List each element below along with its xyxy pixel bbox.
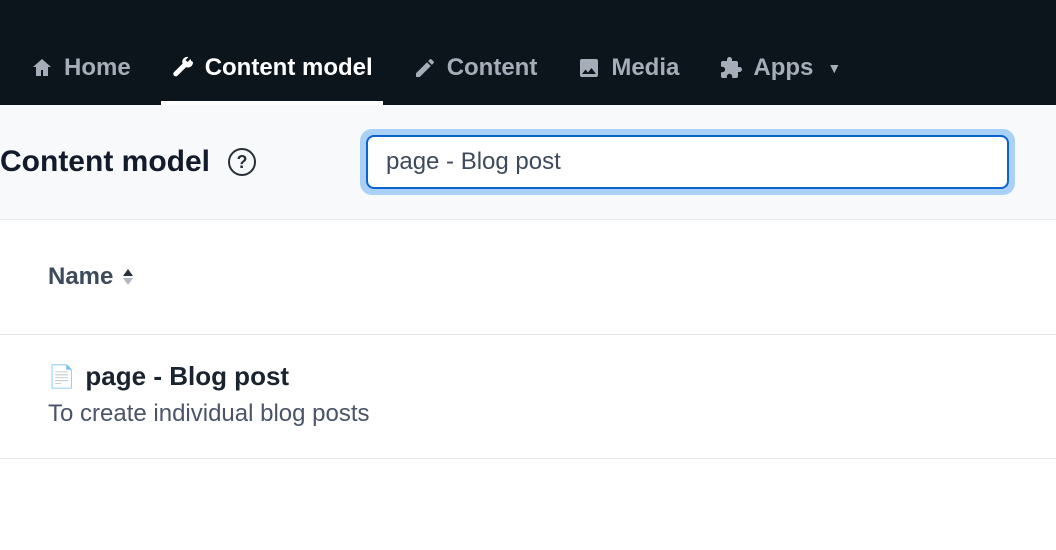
nav-content-model-label: Content model bbox=[205, 54, 373, 82]
nav-apps-label: Apps bbox=[753, 54, 813, 82]
main-nav: Home Content model Content Media Apps ▼ bbox=[0, 30, 1056, 105]
row-title: page - Blog post bbox=[85, 361, 289, 392]
page-title-wrap: Content model ? bbox=[0, 145, 360, 179]
search-focus-ring bbox=[360, 129, 1015, 195]
nav-content[interactable]: Content bbox=[395, 30, 556, 105]
nav-home[interactable]: Home bbox=[12, 30, 149, 105]
row-description: To create individual blog posts bbox=[48, 400, 1008, 428]
nav-apps[interactable]: Apps ▼ bbox=[701, 30, 859, 105]
page-header: Content model ? bbox=[0, 105, 1056, 220]
column-header-name-label: Name bbox=[48, 263, 113, 291]
content-type-row[interactable]: 📄 page - Blog post To create individual … bbox=[0, 335, 1056, 459]
column-header-name[interactable]: Name bbox=[48, 263, 133, 291]
table-header: Name bbox=[0, 220, 1056, 335]
page-icon: 📄 bbox=[48, 366, 75, 388]
nav-media-label: Media bbox=[611, 54, 679, 82]
wrench-icon bbox=[171, 56, 195, 80]
nav-content-label: Content bbox=[447, 54, 538, 82]
search-wrap bbox=[360, 129, 1056, 195]
help-icon[interactable]: ? bbox=[228, 148, 256, 176]
row-title-line: 📄 page - Blog post bbox=[48, 361, 1008, 392]
sort-icon bbox=[123, 269, 133, 285]
chevron-down-icon: ▼ bbox=[827, 60, 841, 76]
home-icon bbox=[30, 56, 54, 80]
puzzle-icon bbox=[719, 56, 743, 80]
search-input[interactable] bbox=[366, 135, 1009, 189]
nav-media[interactable]: Media bbox=[559, 30, 697, 105]
nav-content-model[interactable]: Content model bbox=[153, 30, 391, 105]
pen-icon bbox=[413, 56, 437, 80]
nav-home-label: Home bbox=[64, 54, 131, 82]
page-title: Content model bbox=[0, 145, 210, 179]
image-icon bbox=[577, 56, 601, 80]
top-bar-shim bbox=[0, 0, 1056, 30]
